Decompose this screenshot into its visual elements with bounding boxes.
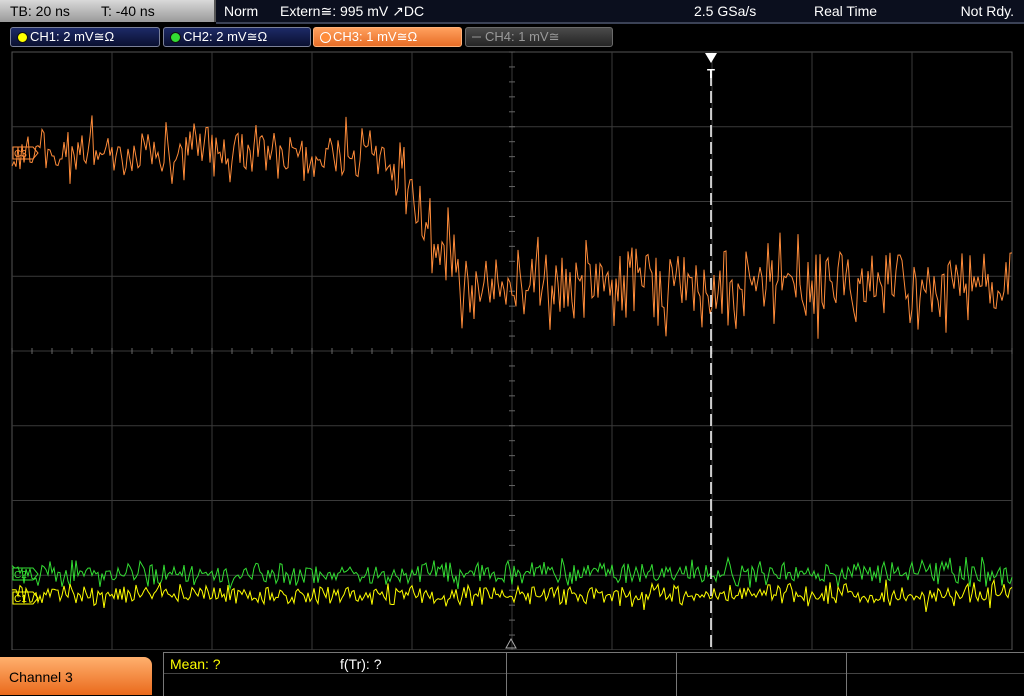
timebase-box[interactable]: TB: 20 ns T: -40 ns xyxy=(0,0,216,22)
acquisition-mode[interactable]: Real Time xyxy=(814,3,877,19)
measurement-divider xyxy=(846,653,847,696)
channel-marker-ch2[interactable]: C2 xyxy=(12,567,39,581)
trigger-position-value[interactable]: T: -40 ns xyxy=(101,3,155,19)
channel-marker-label-ch2: C2 xyxy=(14,570,27,581)
channel-label-ch1: CH1: 2 mV≅Ω xyxy=(30,29,115,44)
graticule xyxy=(11,51,1013,650)
trigger-time-marker-label: T xyxy=(707,66,715,81)
trigger-position-marker-icon xyxy=(505,637,517,649)
measurement-panel[interactable]: Mean: ? f(Tr): ? xyxy=(163,652,1024,696)
measurement-mean[interactable]: Mean: ? xyxy=(170,656,221,672)
active-channel-name: Channel 3 xyxy=(9,669,73,685)
timebase-value[interactable]: TB: 20 ns xyxy=(10,3,70,19)
channel-bar: CH1: 2 mV≅Ω CH2: 2 mV≅Ω CH3: 1 mV≅Ω CH4:… xyxy=(0,24,1024,50)
channel-marker-label-ch1: C1 xyxy=(14,594,27,605)
trigger-time-marker-icon[interactable] xyxy=(705,53,717,63)
channel-label-ch4: CH4: 1 mV≅ xyxy=(485,29,560,44)
trigger-mode[interactable]: Norm xyxy=(224,3,258,19)
sample-rate[interactable]: 2.5 GSa/s xyxy=(694,3,756,19)
channel-color-dot-ch3 xyxy=(320,32,331,43)
acquisition-status: Norm Extern≅: 995 mV ↗DC 2.5 GSa/s Real … xyxy=(216,0,1024,24)
channel-color-dot-ch4 xyxy=(472,36,481,38)
channel-marker-ch1[interactable]: C1 xyxy=(12,591,39,605)
waveform-display[interactable]: T C3 C2 C1 xyxy=(0,50,1024,650)
channel-label-ch2: CH2: 2 mV≅Ω xyxy=(183,29,268,44)
run-state: Not Rdy. xyxy=(960,3,1014,19)
status-bar: TB: 20 ns T: -40 ns Norm Extern≅: 995 mV… xyxy=(0,0,1024,24)
trigger-source[interactable]: Extern≅: 995 mV ↗DC xyxy=(280,3,424,20)
waveform-plot[interactable]: T C3 C2 C1 xyxy=(0,50,1024,650)
channel-tab-ch4[interactable]: CH4: 1 mV≅ xyxy=(465,27,613,47)
channel-marker-label-ch3: C3 xyxy=(14,149,27,160)
channel-tab-ch2[interactable]: CH2: 2 mV≅Ω xyxy=(163,27,311,47)
channel-tab-ch3[interactable]: CH3: 1 mV≅Ω xyxy=(313,27,462,47)
measurement-bar: Channel 3 Mean: ? f(Tr): ? xyxy=(0,652,1024,696)
active-channel-label[interactable]: Channel 3 xyxy=(0,657,152,695)
channel-tab-ch1[interactable]: CH1: 2 mV≅Ω xyxy=(10,27,160,47)
channel-color-dot-ch2 xyxy=(170,32,181,43)
measurement-divider xyxy=(676,653,677,696)
channel-color-dot-ch1 xyxy=(17,32,28,43)
measurement-ftr[interactable]: f(Tr): ? xyxy=(340,656,381,672)
measurement-divider-horizontal xyxy=(164,673,1024,674)
measurement-divider xyxy=(506,653,507,696)
channel-label-ch3: CH3: 1 mV≅Ω xyxy=(333,29,418,44)
